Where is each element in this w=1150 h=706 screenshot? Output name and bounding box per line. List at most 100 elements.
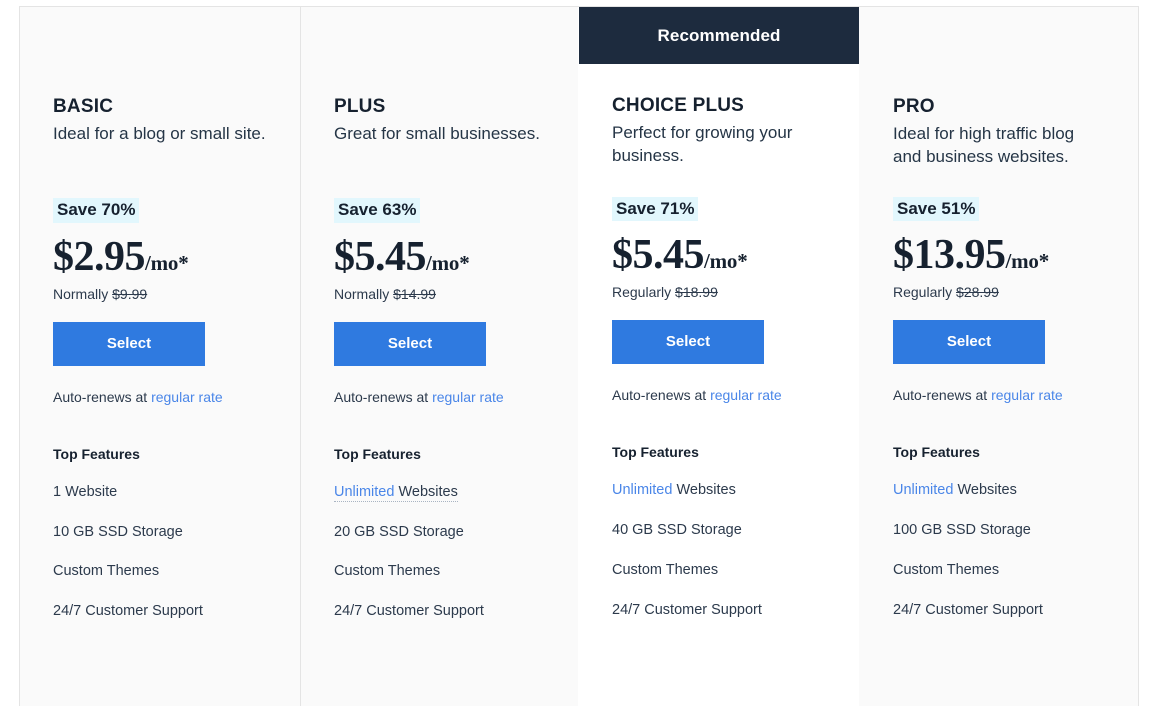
- feature-text: Unlimited Websites: [612, 482, 736, 498]
- feature-text: 20 GB SSD Storage: [334, 523, 464, 540]
- feature-text: 24/7 Customer Support: [53, 603, 203, 620]
- plan-name: PLUS: [334, 96, 386, 117]
- original-price-value: $14.99: [393, 285, 436, 302]
- feature-item: 24/7 Customer Support: [334, 602, 545, 621]
- plan-name: PRO: [893, 96, 935, 117]
- feature-item[interactable]: Unlimited Websites: [334, 483, 545, 502]
- plan-tagline: Ideal for high traffic blog and business…: [893, 123, 1075, 167]
- feature-label: Websites: [957, 482, 1017, 499]
- original-price: Regularly $18.99: [612, 284, 826, 300]
- feature-text: Custom Themes: [334, 563, 441, 580]
- auto-renew-prefix: Auto-renews at: [53, 388, 148, 405]
- feature-item: 10 GB SSD Storage: [53, 523, 267, 542]
- feature-item: Custom Themes: [612, 561, 826, 580]
- price-amount: $5.45: [334, 233, 427, 280]
- features-list: Top Features Unlimited Websites 100 GB S…: [893, 444, 1105, 619]
- feature-text: Custom Themes: [893, 561, 1000, 578]
- features-title: Top Features: [893, 444, 980, 461]
- original-price-value: $18.99: [675, 284, 718, 301]
- original-price-prefix: Regularly: [612, 284, 672, 301]
- original-price: Regularly $28.99: [893, 284, 1105, 300]
- feature-item: Unlimited Websites: [893, 481, 1105, 500]
- save-badge: Save 51%: [893, 196, 980, 222]
- plan-tagline: Perfect for growing your business.: [612, 122, 793, 166]
- select-button[interactable]: Select: [893, 320, 1045, 365]
- auto-renew-note: Auto-renews at regular rate: [53, 389, 267, 405]
- feature-highlight: Unlimited: [334, 483, 395, 500]
- price-amount: $5.45: [612, 232, 705, 279]
- feature-item: Custom Themes: [53, 562, 267, 581]
- pricing-card-choice-plus: Recommended CHOICE PLUS Perfect for grow…: [578, 7, 859, 706]
- price-period: /mo*: [1005, 249, 1050, 274]
- price-line: $13.95/mo*: [893, 231, 1105, 279]
- save-badge: Save 70%: [53, 198, 140, 223]
- feature-text: 40 GB SSD Storage: [612, 522, 742, 539]
- feature-text: 100 GB SSD Storage: [893, 522, 1031, 539]
- price-block: Save 63% $5.45/mo* Normally $14.99: [334, 145, 545, 302]
- price-block: Save 51% $13.95/mo* Regularly $28.99: [893, 169, 1105, 300]
- price-period: /mo*: [145, 250, 189, 275]
- feature-highlight: Unlimited: [612, 482, 673, 499]
- features-list: Top Features 1 Website 10 GB SSD Storage…: [53, 446, 267, 621]
- auto-renew-prefix: Auto-renews at: [612, 387, 707, 404]
- feature-text: 24/7 Customer Support: [612, 601, 762, 618]
- pricing-card-basic: BASIC Ideal for a blog or small site. Sa…: [20, 7, 300, 706]
- pricing-card-pro: PRO Ideal for high traffic blog and busi…: [859, 7, 1138, 706]
- feature-text: 10 GB SSD Storage: [53, 523, 183, 540]
- regular-rate-link[interactable]: regular rate: [710, 387, 782, 403]
- recommended-ribbon: Recommended: [579, 7, 859, 64]
- feature-item: 40 GB SSD Storage: [612, 521, 826, 540]
- regular-rate-link[interactable]: regular rate: [991, 387, 1063, 403]
- original-price: Normally $14.99: [334, 286, 545, 302]
- features-list: Top Features Unlimited Websites 40 GB SS…: [612, 444, 826, 619]
- feature-text: Custom Themes: [612, 561, 719, 578]
- original-price-value: $28.99: [956, 284, 999, 301]
- auto-renew-note: Auto-renews at regular rate: [334, 389, 545, 405]
- select-button[interactable]: Select: [612, 320, 764, 365]
- features-title: Top Features: [334, 445, 421, 462]
- features-title: Top Features: [53, 445, 140, 462]
- feature-item: Custom Themes: [334, 562, 545, 581]
- feature-text: Unlimited Websites: [334, 483, 458, 502]
- features-title: Top Features: [612, 444, 699, 461]
- price-block: Save 71% $5.45/mo* Regularly $18.99: [612, 168, 826, 300]
- feature-label: Websites: [398, 483, 458, 500]
- price-period: /mo*: [704, 249, 748, 274]
- auto-renew-prefix: Auto-renews at: [334, 388, 429, 405]
- feature-item: 24/7 Customer Support: [893, 601, 1105, 620]
- price-line: $5.45/mo*: [334, 233, 545, 281]
- save-badge: Save 71%: [612, 196, 699, 222]
- original-price-value: $9.99: [112, 285, 148, 302]
- plan-tagline: Ideal for a blog or small site.: [53, 123, 266, 143]
- feature-item: Unlimited Websites: [612, 481, 826, 500]
- plan-name: CHOICE PLUS: [612, 95, 745, 116]
- original-price-prefix: Regularly: [893, 284, 953, 301]
- plan-name: BASIC: [53, 96, 114, 117]
- original-price-prefix: Normally: [334, 285, 390, 302]
- feature-text: Unlimited Websites: [893, 482, 1017, 498]
- feature-label: Websites: [676, 482, 736, 499]
- regular-rate-link[interactable]: regular rate: [151, 389, 223, 405]
- plan-tagline: Great for small businesses.: [334, 123, 540, 143]
- feature-item: 24/7 Customer Support: [53, 602, 267, 621]
- regular-rate-link[interactable]: regular rate: [432, 389, 504, 405]
- auto-renew-prefix: Auto-renews at: [893, 387, 988, 404]
- feature-highlight: Unlimited: [893, 482, 954, 499]
- feature-text: 24/7 Customer Support: [334, 603, 484, 620]
- price-block: Save 70% $2.95/mo* Normally $9.99: [53, 145, 267, 302]
- auto-renew-note: Auto-renews at regular rate: [893, 387, 1105, 403]
- price-line: $2.95/mo*: [53, 233, 267, 281]
- feature-item: 24/7 Customer Support: [612, 601, 826, 620]
- feature-item: 100 GB SSD Storage: [893, 521, 1105, 540]
- save-badge: Save 63%: [334, 198, 421, 223]
- price-amount: $2.95: [53, 233, 146, 280]
- feature-text: Custom Themes: [53, 563, 160, 580]
- pricing-table: BASIC Ideal for a blog or small site. Sa…: [19, 6, 1139, 706]
- pricing-card-plus: PLUS Great for small businesses. Save 63…: [300, 7, 578, 706]
- select-button[interactable]: Select: [334, 321, 486, 366]
- features-list: Top Features Unlimited Websites 20 GB SS…: [334, 446, 545, 621]
- price-period: /mo*: [426, 250, 470, 275]
- feature-item: 1 Website: [53, 483, 267, 502]
- select-button[interactable]: Select: [53, 321, 205, 366]
- price-amount: $13.95: [893, 232, 1006, 279]
